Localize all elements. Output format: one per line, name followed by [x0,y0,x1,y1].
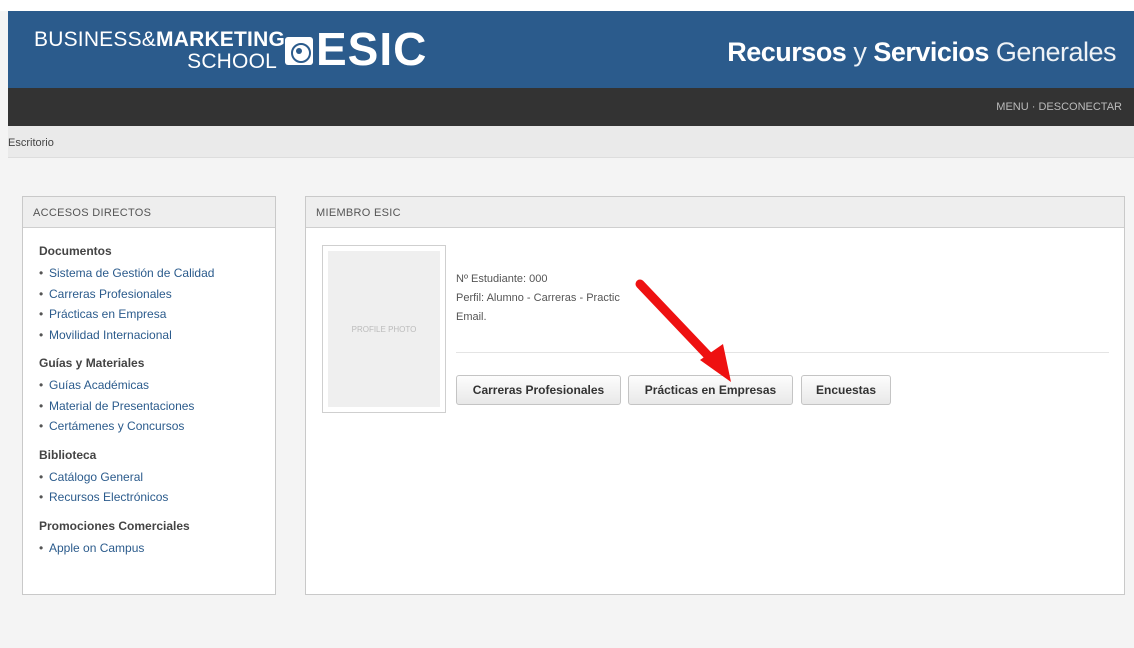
panel-body: Documentos Sistema de Gestión de Calidad… [23,228,275,558]
panel-title: ACCESOS DIRECTOS [23,197,275,228]
divider [456,352,1109,353]
carreras-profesionales-button[interactable]: Carreras Profesionales [456,375,621,405]
profile-line: Perfil: Alumno - Carreras - Practic [456,292,620,304]
seal-icon [285,37,313,65]
section-guias: Guías y Materiales Guías Académicas Mate… [39,356,275,437]
nav-separator: · [1028,101,1039,113]
encuestas-button[interactable]: Encuestas [801,375,891,405]
link-movilidad-internacional[interactable]: Movilidad Internacional [39,325,275,346]
profile-photo-placeholder: PROFILE PHOTO [328,251,440,407]
site-header: BUSINESS&MARKETING SCHOOL ESIC Recursos … [8,11,1134,88]
link-list: Sistema de Gestión de Calidad Carreras P… [39,263,275,345]
section-title: Documentos [39,244,112,258]
link-guias-academicas[interactable]: Guías Académicas [39,375,275,396]
menu-link[interactable]: MENU [996,101,1028,113]
section-biblioteca: Biblioteca Catálogo General Recursos Ele… [39,448,275,508]
breadcrumb-bar: Escritorio [8,126,1134,158]
logo-brand: ESIC [316,23,428,75]
section-documentos: Documentos Sistema de Gestión de Calidad… [39,244,275,345]
link-recursos-electronicos[interactable]: Recursos Electrónicos [39,487,275,508]
link-list: Apple on Campus [39,538,275,559]
link-catalogo-general[interactable]: Catálogo General [39,467,275,488]
link-list: Catálogo General Recursos Electrónicos [39,467,275,508]
arrow-shaft [635,279,721,369]
link-material-presentaciones[interactable]: Material de Presentaciones [39,396,275,417]
breadcrumb[interactable]: Escritorio [8,137,54,149]
section-title: Guías y Materiales [39,356,145,370]
accesos-directos-panel: ACCESOS DIRECTOS Documentos Sistema de G… [22,196,276,595]
panel-title: MIEMBRO ESIC [306,197,1124,228]
section-title: Promociones Comerciales [39,518,190,533]
profile-photo: PROFILE PHOTO [322,245,446,413]
link-sistema-gestion-calidad[interactable]: Sistema de Gestión de Calidad [39,263,275,284]
top-strip [0,0,1134,11]
miembro-esic-panel: MIEMBRO ESIC PROFILE PHOTO Nº Estudiante… [305,196,1125,595]
student-number: Nº Estudiante: 000 [456,273,548,285]
member-info: Nº Estudiante: 000 Perfil: Alumno - Carr… [456,270,620,327]
link-certamenes-concursos[interactable]: Certámenes y Concursos [39,416,275,437]
logo-text: BUSINESS&MARKETING SCHOOL [34,28,285,73]
link-list: Guías Académicas Material de Presentacio… [39,375,275,437]
link-practicas-en-empresa[interactable]: Prácticas en Empresa [39,304,275,325]
email-line: Email. [456,311,487,323]
logout-link[interactable]: DESCONECTAR [1038,101,1122,113]
site-title: Recursos y Servicios Generales [727,37,1116,67]
link-apple-on-campus[interactable]: Apple on Campus [39,538,275,559]
navbar: MENU · DESCONECTAR [8,88,1134,126]
link-carreras-profesionales[interactable]: Carreras Profesionales [39,284,275,305]
logo-line2: SCHOOL [187,50,277,73]
logo-line1: BUSINESS&MARKETING [34,28,285,51]
red-arrow-icon [635,279,731,382]
section-title: Biblioteca [39,447,97,462]
section-promociones: Promociones Comerciales Apple on Campus [39,519,275,559]
nav-links: MENU · DESCONECTAR [996,101,1122,113]
